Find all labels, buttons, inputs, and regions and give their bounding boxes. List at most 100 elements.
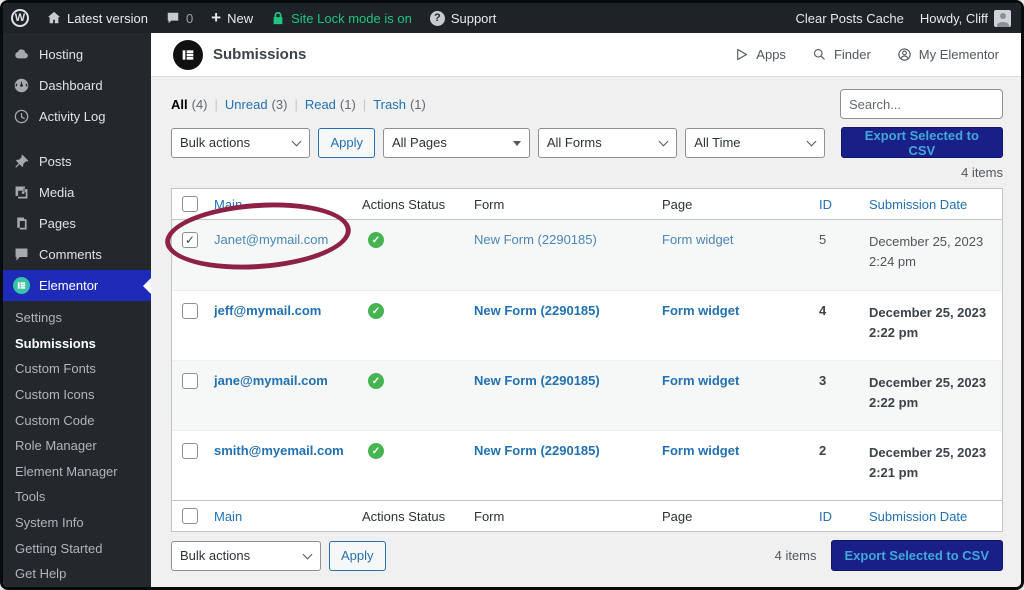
- submission-email-link[interactable]: jane@mymail.com: [214, 373, 328, 388]
- sidebar-item-activity-log[interactable]: Activity Log: [3, 101, 151, 132]
- site-lock-status[interactable]: Site Lock mode is on: [271, 11, 412, 26]
- sidebar-separator: [3, 132, 151, 146]
- form-link[interactable]: New Form (2290185): [474, 373, 600, 388]
- sidebar-item-comments[interactable]: Comments: [3, 239, 151, 270]
- submenu-item-custom-fonts[interactable]: Custom Fonts: [3, 356, 151, 382]
- status-check-icon: ✓: [368, 232, 384, 248]
- time-filter-select[interactable]: All Time: [685, 128, 824, 158]
- submission-date: December 25, 20232:22 pm: [863, 303, 1002, 360]
- submenu-item-element-manager[interactable]: Element Manager: [3, 459, 151, 485]
- sidebar-item-dashboard[interactable]: Dashboard: [3, 70, 151, 101]
- forms-filter-select[interactable]: All Forms: [538, 128, 677, 158]
- my-elementor-button[interactable]: My Elementor: [897, 47, 999, 62]
- select-all-checkbox[interactable]: ✓: [182, 508, 198, 524]
- sidebar-item-label: Posts: [39, 154, 72, 169]
- clock-icon: [13, 108, 30, 125]
- sidebar-item-posts[interactable]: Posts: [3, 146, 151, 177]
- page-link[interactable]: Form widget: [662, 443, 739, 458]
- column-header-form: Form: [468, 509, 656, 524]
- row-checkbox[interactable]: ✓: [182, 373, 198, 389]
- submission-date: December 25, 20232:21 pm: [863, 443, 1002, 500]
- wordpress-logo-icon: W: [11, 9, 29, 27]
- bulk-actions-select[interactable]: Bulk actions: [171, 128, 310, 158]
- submenu-item-tools[interactable]: Tools: [3, 484, 151, 510]
- column-header-main[interactable]: Main: [214, 197, 242, 212]
- status-check-icon: ✓: [368, 443, 384, 459]
- submission-email-link[interactable]: jeff@mymail.com: [214, 303, 321, 318]
- submenu-item-getting-started[interactable]: Getting Started: [3, 536, 151, 562]
- finder-button[interactable]: Finder: [812, 47, 871, 62]
- wordpress-menu[interactable]: W: [11, 9, 29, 27]
- apps-button[interactable]: Apps: [734, 47, 786, 62]
- column-header-actions-status: Actions Status: [356, 197, 468, 212]
- filter-count: (3): [272, 97, 288, 112]
- sidebar-item-media[interactable]: Media: [3, 177, 151, 208]
- page-title: Submissions: [213, 46, 734, 63]
- row-checkbox[interactable]: ✓: [182, 443, 198, 459]
- submenu-item-submissions[interactable]: Submissions: [3, 331, 151, 357]
- export-csv-button-bottom[interactable]: Export Selected to CSV: [831, 540, 1003, 571]
- avatar: [994, 10, 1011, 27]
- submission-id: 2: [813, 443, 863, 500]
- lock-icon: [271, 11, 285, 25]
- sidebar-item-hosting[interactable]: Hosting: [3, 39, 151, 70]
- comments-menu[interactable]: 0: [166, 11, 193, 26]
- submenu-item-settings[interactable]: Settings: [3, 305, 151, 331]
- site-name-menu[interactable]: Latest version: [47, 11, 148, 26]
- submenu-item-system-info[interactable]: System Info: [3, 510, 151, 536]
- select-all-checkbox[interactable]: ✓: [182, 196, 198, 212]
- column-header-id[interactable]: ID: [819, 509, 832, 524]
- column-header-date[interactable]: Submission Date: [869, 197, 967, 212]
- submenu-item-custom-icons[interactable]: Custom Icons: [3, 382, 151, 408]
- sidebar-item-label: Hosting: [39, 47, 83, 62]
- submission-id: 4: [813, 303, 863, 360]
- sidebar-item-label: Dashboard: [39, 78, 103, 93]
- submission-email-link[interactable]: Janet@mymail.com: [214, 232, 328, 247]
- submenu-item-role-manager[interactable]: Role Manager: [3, 433, 151, 459]
- page-link[interactable]: Form widget: [662, 303, 739, 318]
- submenu-item-get-help[interactable]: Get Help: [3, 561, 151, 587]
- sidebar-item-label: Media: [39, 185, 74, 200]
- filter-trash[interactable]: Trash: [373, 97, 406, 112]
- form-link[interactable]: New Form (2290185): [474, 303, 600, 318]
- filter-unread[interactable]: Unread: [225, 97, 268, 112]
- filter-count: (1): [340, 97, 356, 112]
- bulk-actions-select-bottom[interactable]: Bulk actions: [171, 541, 321, 571]
- pages-filter-select[interactable]: All Pages: [383, 128, 530, 158]
- admin-sidebar: Hosting Dashboard Activity Log Posts Med…: [3, 33, 151, 587]
- new-content-menu[interactable]: + New: [211, 11, 253, 26]
- page-link[interactable]: Form widget: [662, 232, 734, 247]
- row-checkbox[interactable]: ✓: [182, 303, 198, 319]
- submission-id: 3: [813, 373, 863, 430]
- play-triangle-icon: [734, 47, 749, 62]
- items-count-bottom: 4 items: [775, 548, 817, 563]
- clear-posts-cache-button[interactable]: Clear Posts Cache: [795, 11, 903, 26]
- filter-all[interactable]: All: [171, 97, 188, 112]
- elementor-page-header: Submissions Apps Finder My Elementor: [151, 33, 1021, 77]
- export-csv-button-top[interactable]: Export Selected to CSV: [841, 127, 1003, 158]
- sidebar-item-pages[interactable]: Pages: [3, 208, 151, 239]
- apply-button-bottom[interactable]: Apply: [329, 541, 386, 571]
- sidebar-item-label: Comments: [39, 247, 102, 262]
- filter-read[interactable]: Read: [305, 97, 336, 112]
- elementor-submenu: Settings Submissions Custom Fonts Custom…: [3, 301, 151, 587]
- status-check-icon: ✓: [368, 373, 384, 389]
- page-link[interactable]: Form widget: [662, 373, 739, 388]
- list-view-filters: All(4) Unread(3) Read(1) Trash(1): [171, 97, 426, 112]
- apply-button[interactable]: Apply: [318, 128, 375, 158]
- row-checkbox[interactable]: ✓: [182, 232, 198, 248]
- comments-count: 0: [186, 11, 193, 26]
- sidebar-item-elementor[interactable]: Elementor: [3, 270, 151, 301]
- submission-email-link[interactable]: smith@myemail.com: [214, 443, 344, 458]
- form-link[interactable]: New Form (2290185): [474, 443, 600, 458]
- column-header-main[interactable]: Main: [214, 509, 242, 524]
- column-header-date[interactable]: Submission Date: [869, 509, 967, 524]
- support-menu[interactable]: ? Support: [430, 11, 497, 26]
- column-header-actions-status: Actions Status: [356, 509, 468, 524]
- submenu-item-custom-code[interactable]: Custom Code: [3, 408, 151, 434]
- form-link[interactable]: New Form (2290185): [474, 232, 597, 247]
- site-name-label: Latest version: [67, 11, 148, 26]
- my-account-menu[interactable]: Howdy, Cliff: [920, 10, 1011, 27]
- search-input[interactable]: [840, 89, 1003, 119]
- column-header-id[interactable]: ID: [819, 197, 832, 212]
